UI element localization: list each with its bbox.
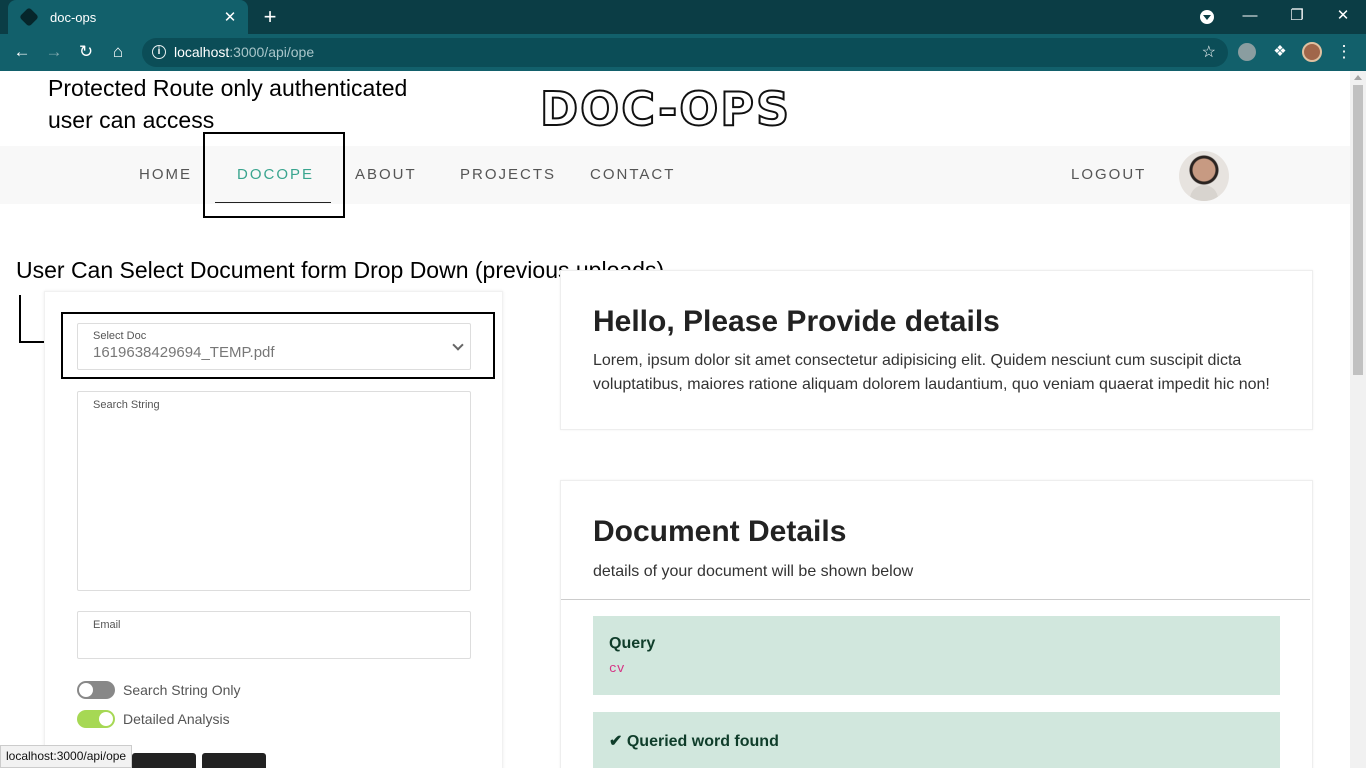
- found-row: ✔ Queried word found: [609, 731, 779, 751]
- forward-arrow-icon[interactable]: →: [42, 40, 66, 64]
- minimize-button[interactable]: —: [1238, 4, 1262, 28]
- email-label: Email: [93, 619, 121, 631]
- puzzle-extensions-icon[interactable]: ❖: [1268, 40, 1292, 64]
- extension-icon[interactable]: [1238, 43, 1256, 61]
- browser-toolbar: ← → ↻ ⌂ i localhost:3000/api/ope ☆ ❖ ⋮: [0, 34, 1366, 71]
- query-value: cv: [609, 661, 625, 676]
- address-bar[interactable]: i localhost:3000/api/ope ☆: [142, 38, 1228, 67]
- toggle-switch[interactable]: [77, 681, 115, 699]
- found-label: Queried word found: [626, 733, 779, 750]
- favicon-icon: [19, 7, 39, 27]
- site-info-icon[interactable]: i: [152, 45, 166, 59]
- tab-title: doc-ops: [50, 9, 97, 25]
- hello-card: Hello, Please Provide details Lorem, ips…: [560, 270, 1313, 430]
- restore-button[interactable]: ❐: [1285, 4, 1309, 28]
- page: Protected Route only authenticated user …: [0, 71, 1350, 768]
- nav-projects[interactable]: PROJECTS: [460, 146, 556, 204]
- toggle-label: Search String Only: [123, 682, 241, 698]
- toggle-search-string-only[interactable]: Search String Only: [77, 680, 241, 700]
- scrollbar-thumb[interactable]: [1353, 85, 1363, 375]
- site-logo[interactable]: DOC-OPS: [539, 81, 791, 137]
- window-close-button[interactable]: ✕: [1331, 4, 1355, 28]
- url-host: localhost: [174, 44, 230, 60]
- found-alert: ✔ Queried word found: [593, 712, 1280, 768]
- scroll-up-arrow-icon[interactable]: [1354, 75, 1362, 80]
- status-bar-url: localhost:3000/api/ope: [0, 745, 133, 768]
- reset-button[interactable]: [202, 753, 266, 768]
- nav-contact[interactable]: CONTACT: [590, 146, 675, 204]
- home-icon[interactable]: ⌂: [106, 40, 130, 64]
- annotation-leader-line: [19, 295, 21, 343]
- divider: [561, 599, 1310, 600]
- menu-kebab-icon[interactable]: ⋮: [1332, 40, 1356, 64]
- toggle-label: Detailed Analysis: [123, 711, 230, 727]
- annotation-protected-route: Protected Route only authenticated user …: [48, 75, 408, 133]
- query-label: Query: [609, 635, 656, 652]
- toggle-detailed-analysis[interactable]: Detailed Analysis: [77, 709, 230, 729]
- check-icon: ✔: [609, 733, 627, 750]
- back-arrow-icon[interactable]: ←: [10, 40, 34, 64]
- browser-tab[interactable]: doc-ops ✕: [8, 0, 248, 34]
- tab-close-icon[interactable]: ✕: [222, 8, 238, 26]
- hello-title: Hello, Please Provide details: [593, 305, 1000, 338]
- submit-button[interactable]: [132, 753, 196, 768]
- email-field[interactable]: Email: [77, 611, 471, 659]
- annotation-box-select: [61, 312, 495, 379]
- annotation-box-docope: [203, 132, 345, 218]
- document-details-subtitle: details of your document will be shown b…: [593, 563, 914, 580]
- hello-text: Lorem, ipsum dolor sit amet consectetur …: [593, 352, 1270, 393]
- page-scrollbar[interactable]: [1350, 71, 1366, 768]
- toggle-switch[interactable]: [77, 710, 115, 728]
- query-alert: Query cv: [593, 616, 1280, 695]
- reload-icon[interactable]: ↻: [74, 40, 98, 64]
- browser-tab-bar: doc-ops ✕ + — ❐ ✕: [0, 0, 1366, 34]
- profile-avatar-icon[interactable]: [1302, 42, 1322, 62]
- search-string-label: Search String: [93, 399, 160, 411]
- nav-home[interactable]: HOME: [139, 146, 192, 204]
- tab-search-icon[interactable]: [1200, 10, 1214, 24]
- nav-about[interactable]: ABOUT: [355, 146, 417, 204]
- bookmark-star-icon[interactable]: ☆: [1202, 38, 1216, 67]
- user-avatar[interactable]: [1179, 151, 1229, 201]
- logout-link[interactable]: LOGOUT: [1071, 146, 1146, 204]
- document-details-title: Document Details: [593, 515, 847, 548]
- new-tab-button[interactable]: +: [258, 4, 282, 30]
- url-path: :3000/api/ope: [229, 44, 315, 60]
- search-string-textarea[interactable]: Search String: [77, 391, 471, 591]
